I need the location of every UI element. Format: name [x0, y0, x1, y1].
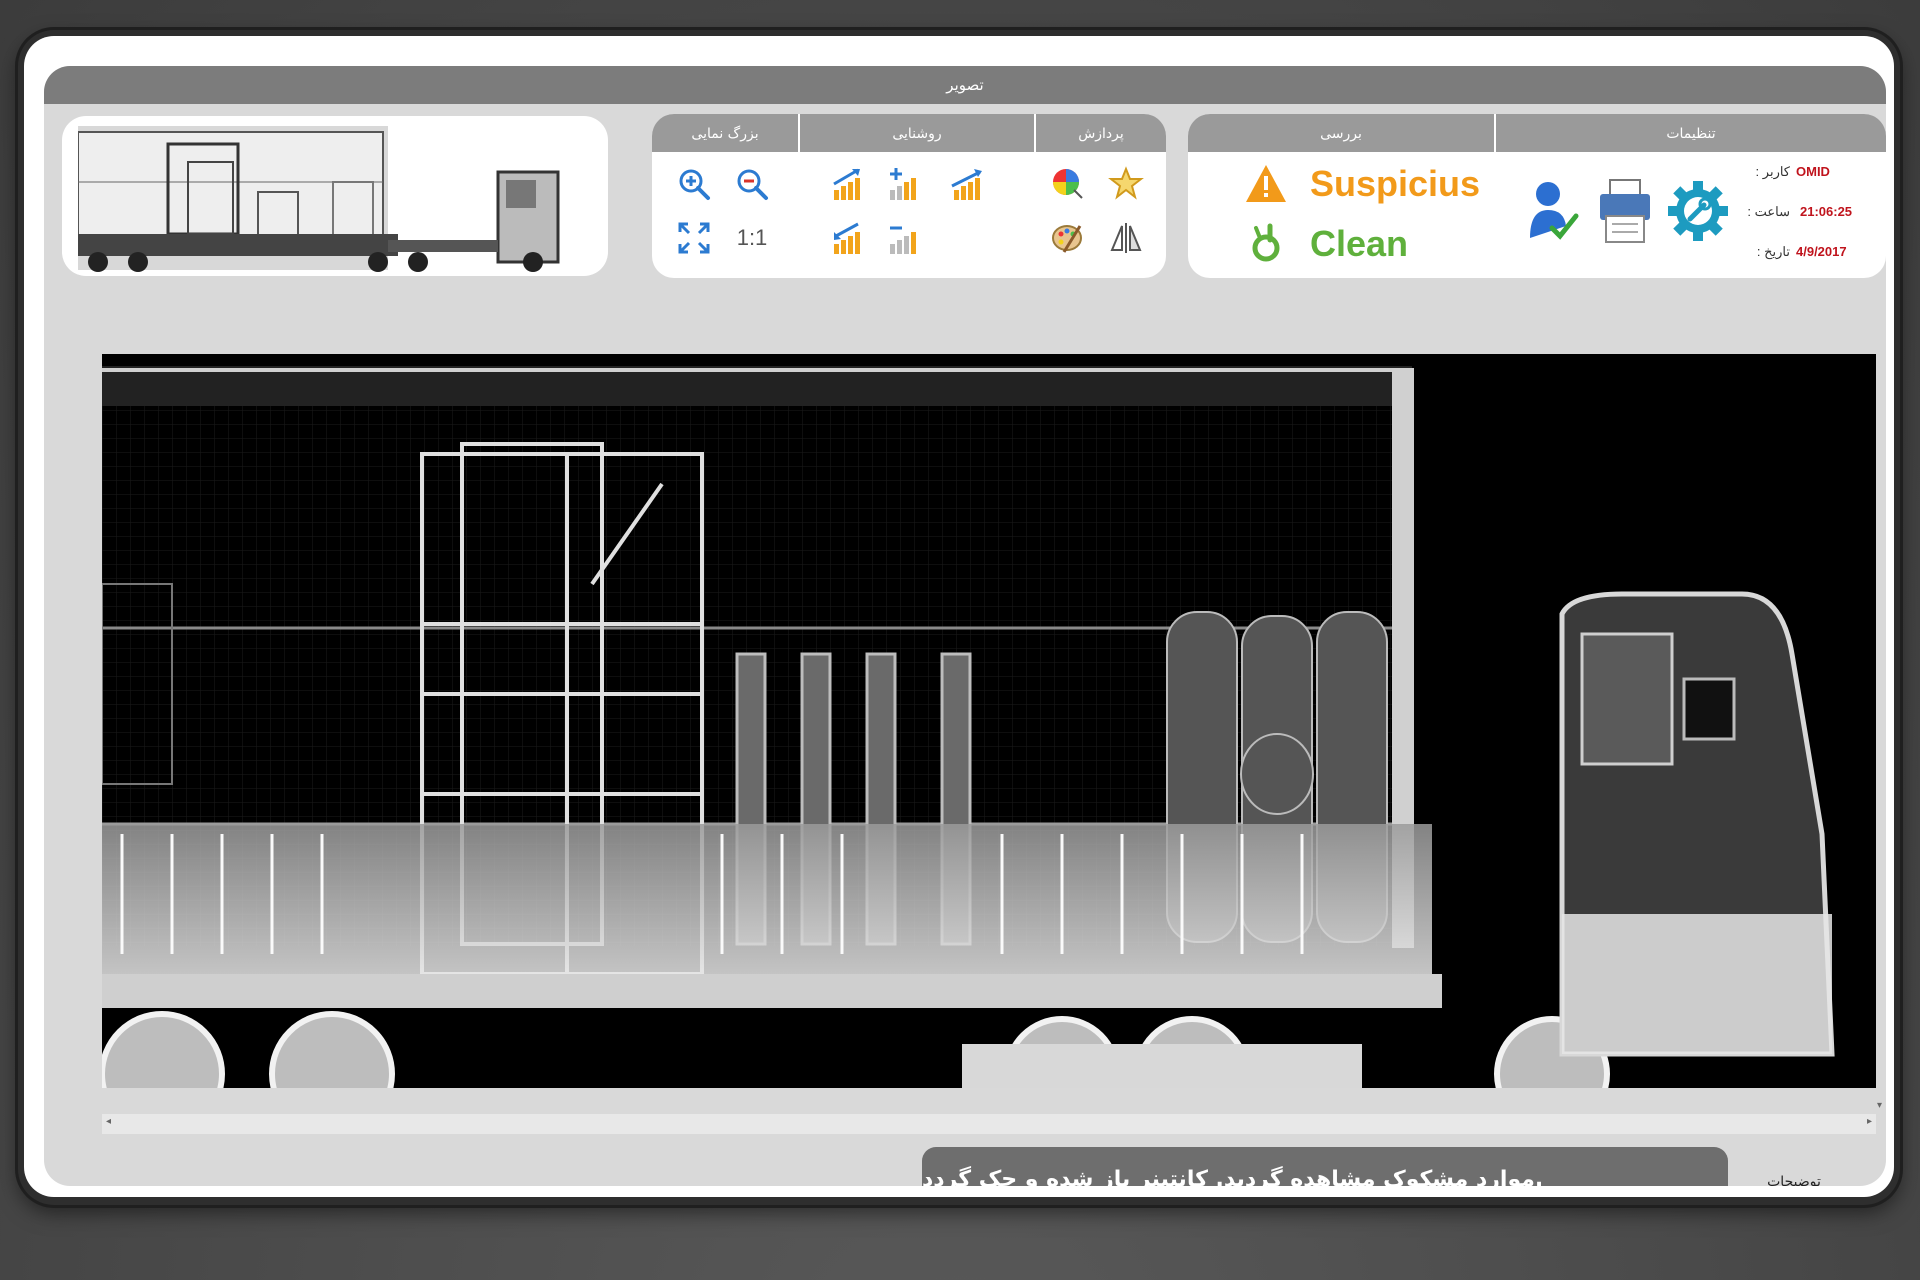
- window-title: تصویر: [44, 66, 1886, 104]
- time-label: : ساعت: [1747, 204, 1790, 219]
- suspicious-label: Suspicius: [1310, 163, 1481, 204]
- zoom-group-title: بزرگ نمایی: [652, 114, 798, 152]
- date-info: 4/9/2017 : تاریخ: [1738, 244, 1878, 264]
- clean-button[interactable]: Clean: [1248, 222, 1408, 266]
- settings-group-title: تنظیمات: [1494, 114, 1886, 152]
- fit-screen-icon[interactable]: [674, 218, 714, 258]
- settings-group: تنظیمات OMID : کاربر 21:06:25 : ساعت 4/9…: [1494, 114, 1886, 278]
- palette-icon[interactable]: [1048, 218, 1088, 258]
- description-label: توضیحات: [1767, 1174, 1821, 1186]
- star-filter-icon[interactable]: [1106, 164, 1146, 204]
- scroll-left-icon[interactable]: ◂: [106, 1116, 111, 1127]
- brightness-down-icon[interactable]: [828, 218, 868, 258]
- brightness-group: روشنایی: [798, 114, 1034, 278]
- review-group: بررسی Suspicius Clean: [1188, 114, 1494, 278]
- brightness-up-icon[interactable]: [828, 164, 868, 204]
- processing-group: پردازش: [1034, 114, 1166, 278]
- xray-image-viewer[interactable]: [102, 354, 1876, 1088]
- suspicious-button[interactable]: Suspicius: [1244, 162, 1480, 206]
- processing-group-title: پردازش: [1034, 114, 1166, 152]
- clean-label: Clean: [1310, 223, 1409, 264]
- color-map-icon[interactable]: [1048, 164, 1088, 204]
- settings-gear-icon[interactable]: [1668, 176, 1728, 246]
- xray-truck-image: [102, 354, 1876, 1088]
- zoom-group: بزرگ نمایی 1:1: [652, 114, 798, 278]
- device-frame: تصویر بزرگ نمایی 1:1 روشنایی پردازش بررس…: [18, 30, 1900, 1205]
- ok-hand-icon: [1252, 223, 1280, 262]
- main-window: تصویر بزرگ نمایی 1:1 روشنایی پردازش بررس…: [44, 66, 1886, 1186]
- toolbar-inspection: بررسی Suspicius Clean تنظیمات OMID: کار…: [1188, 114, 1886, 278]
- brightness-plus-icon[interactable]: [884, 164, 924, 204]
- date-label: : تاریخ: [1756, 244, 1790, 259]
- brightness-group-title: روشنایی: [798, 114, 1034, 152]
- contrast-up-icon[interactable]: [948, 164, 988, 204]
- actual-size-button[interactable]: 1:1: [732, 218, 772, 258]
- time-info: 21:06:25 : ساعت: [1738, 204, 1878, 224]
- horizontal-scrollbar[interactable]: ◂ ▸: [102, 1114, 1876, 1134]
- zoom-in-icon[interactable]: [674, 164, 714, 204]
- mirror-icon[interactable]: [1106, 218, 1146, 258]
- user-info: OMID : کاربر: [1738, 164, 1878, 184]
- truck-thumbnail-image: [78, 126, 560, 272]
- warning-icon: [1246, 165, 1286, 202]
- time-value: 21:06:25: [1800, 204, 1853, 219]
- user-label: : کاربر: [1755, 164, 1790, 179]
- brightness-minus-icon[interactable]: [884, 218, 924, 258]
- zoom-out-icon[interactable]: [732, 164, 772, 204]
- scroll-down-icon[interactable]: ▾: [1877, 1100, 1882, 1111]
- toolbar-view: بزرگ نمایی 1:1 روشنایی پردازش: [652, 114, 1166, 278]
- user-approve-icon[interactable]: [1524, 176, 1580, 246]
- user-value: OMID: [1796, 164, 1830, 179]
- screen: تصویر بزرگ نمایی 1:1 روشنایی پردازش بررس…: [24, 36, 1894, 1197]
- review-group-title: بررسی: [1188, 114, 1494, 152]
- scroll-right-icon[interactable]: ▸: [1867, 1116, 1872, 1127]
- overview-thumbnail[interactable]: [62, 116, 608, 276]
- date-value: 4/9/2017: [1796, 244, 1847, 259]
- description-text[interactable]: .موارد مشکوک مشاهده گردید. کانتینر باز ش…: [922, 1147, 1728, 1186]
- printer-icon[interactable]: [1596, 176, 1654, 246]
